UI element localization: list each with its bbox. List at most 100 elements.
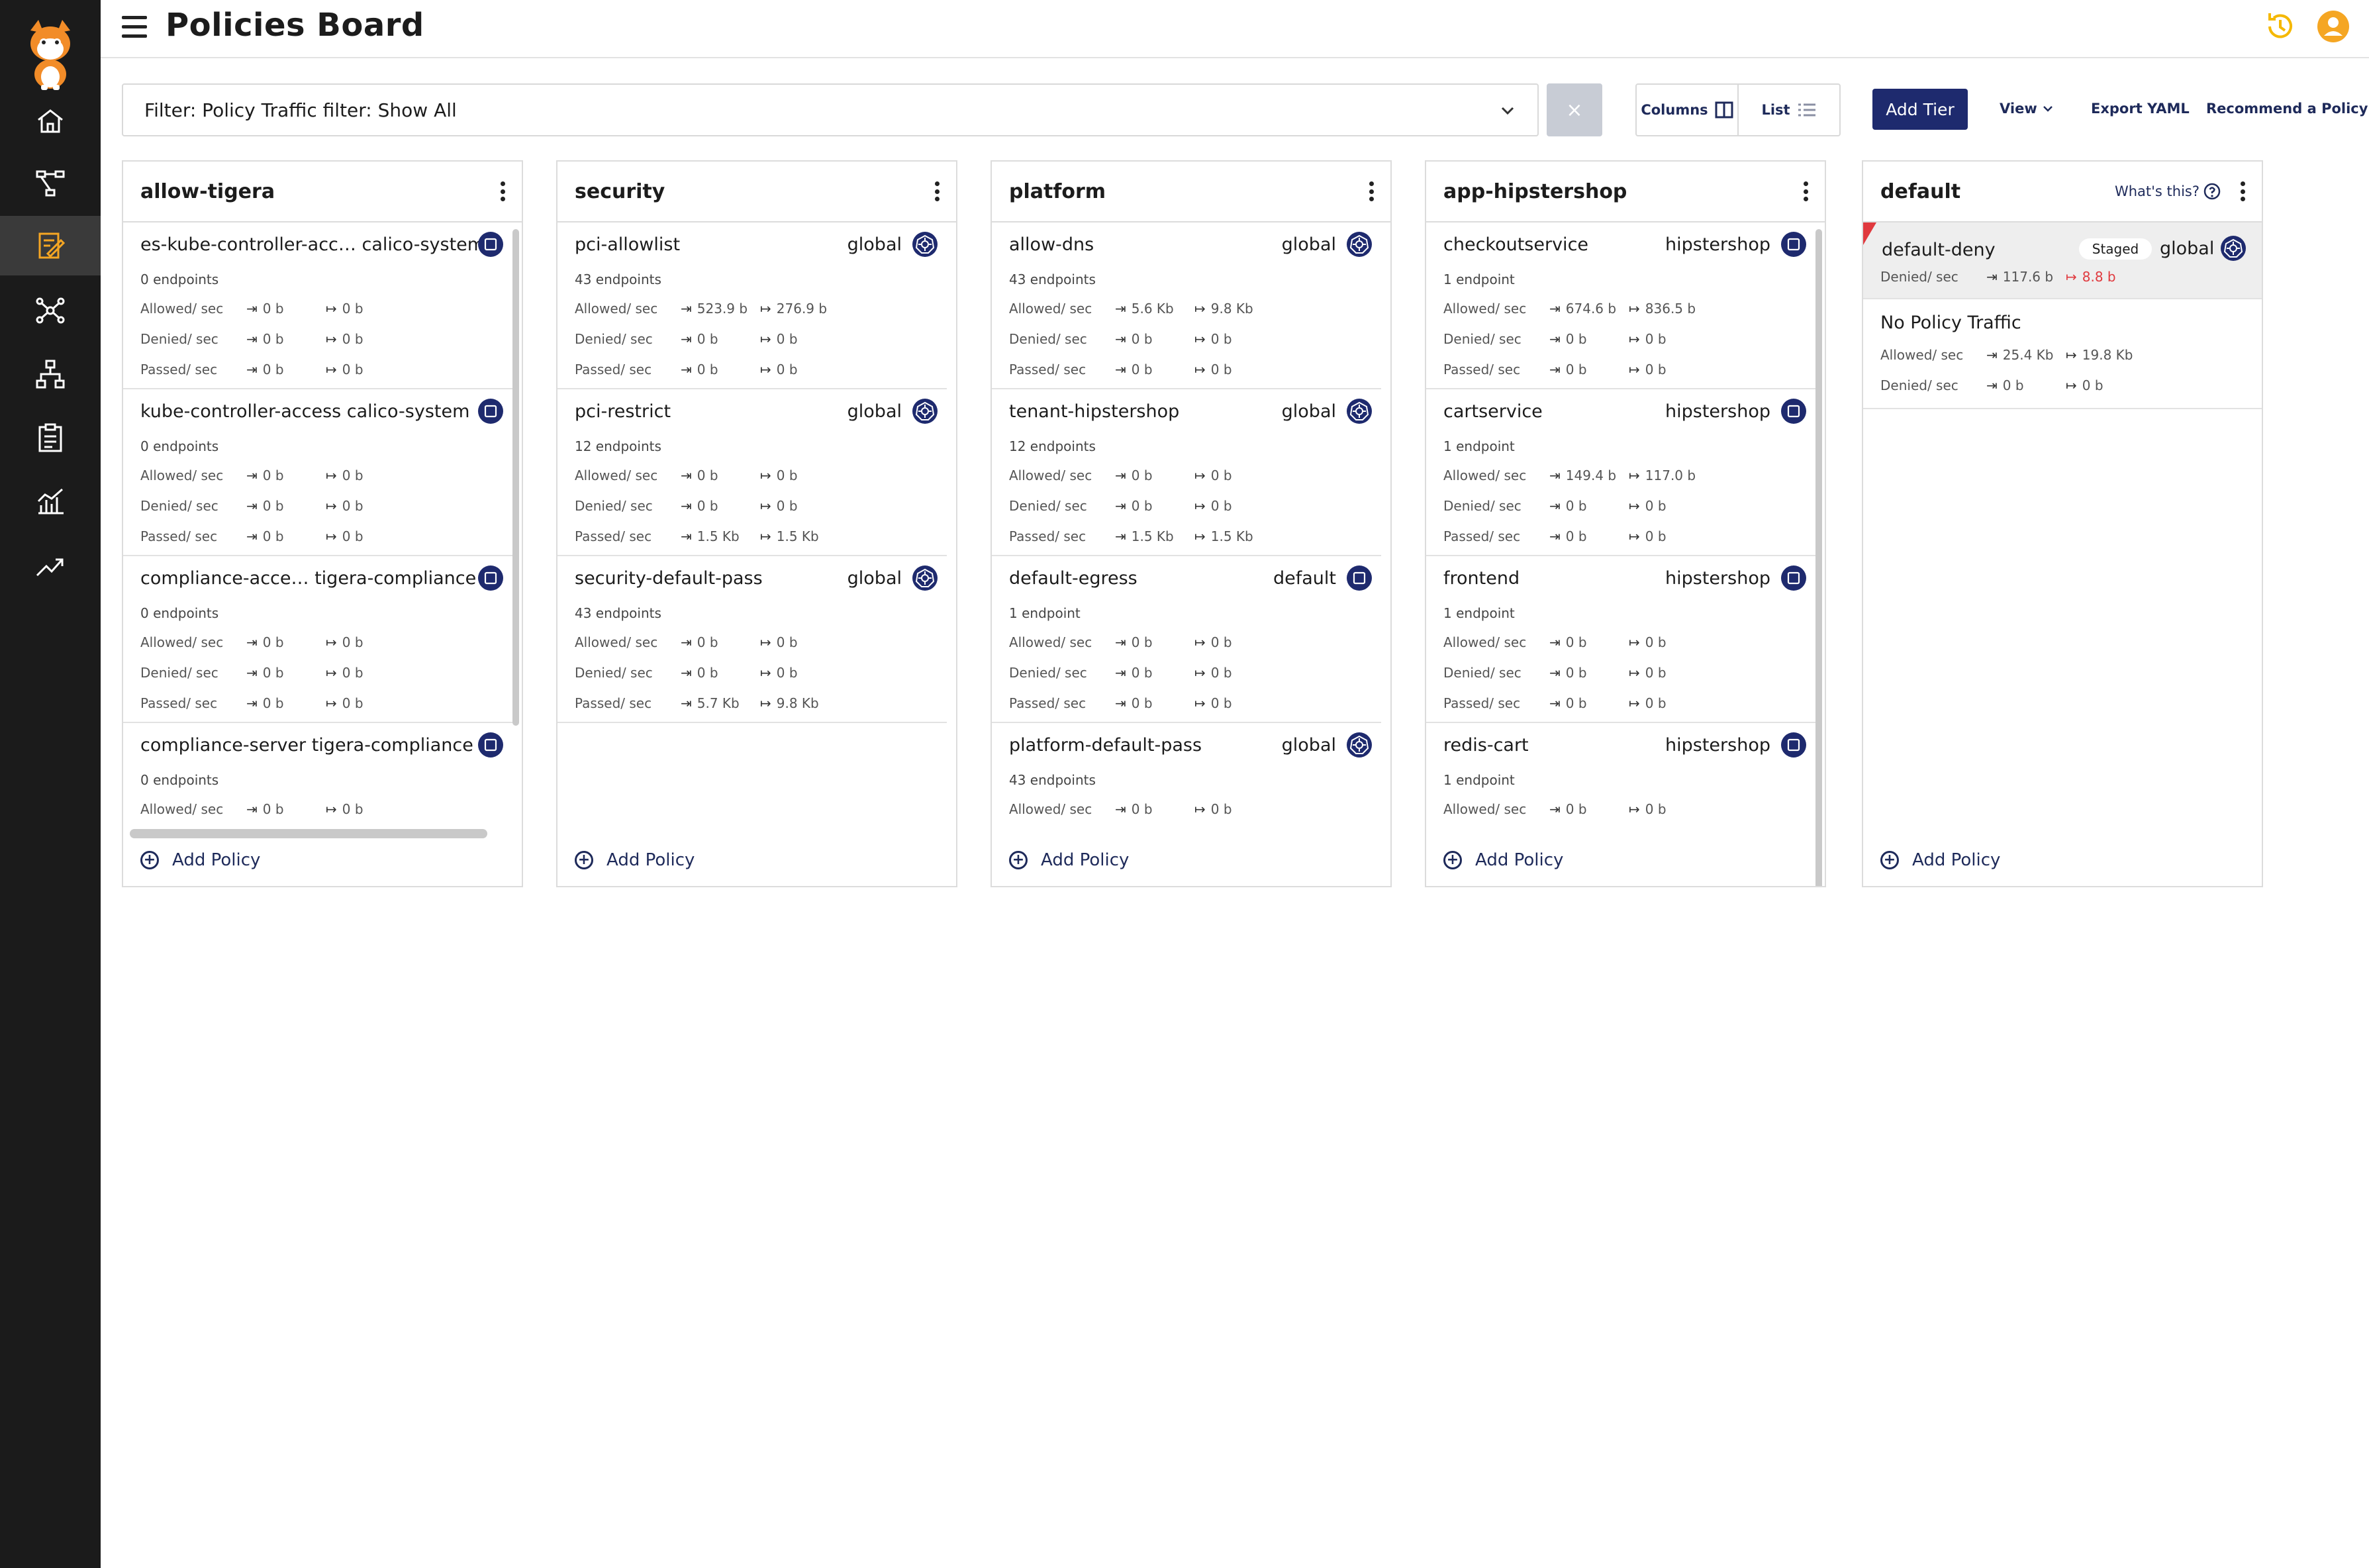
ingress-icon: ⇥ (1549, 528, 1561, 544)
tier-menu-icon[interactable] (501, 181, 506, 201)
policy-namespace: global (1281, 401, 1336, 422)
egress-passed: ↦ 0 b (1629, 528, 1667, 544)
add-tier-button[interactable]: Add Tier (1872, 89, 1968, 130)
ingress-value: 0 b (2002, 377, 2024, 393)
passed-label: Passed/ sec (575, 528, 652, 544)
allowed-stats-row: Allowed/ sec ⇥ 0 b ↦ 0 b (1443, 801, 1814, 821)
egress-denied: ↦ 0 b (326, 498, 363, 514)
policies-icon[interactable] (0, 216, 101, 275)
compliance-icon[interactable] (0, 408, 101, 467)
egress-value: 0 b (342, 467, 363, 483)
denied-label: Denied/ sec (575, 665, 653, 681)
ingress-icon: ⇥ (1115, 665, 1126, 681)
policy-card[interactable]: allow-dns global 43 endpoints Allowed/ sec ⇥… (992, 222, 1381, 389)
policy-card[interactable]: es-kube-controller-acc… calico-system 0 e… (123, 222, 512, 389)
view-menu[interactable]: View (2000, 101, 2054, 117)
ingress-icon: ⇥ (246, 362, 258, 377)
policy-card[interactable]: platform-default-pass global 43 endpoints A… (992, 723, 1381, 822)
tier-security: security pci-allowlist global 43 endpoints A… (556, 160, 957, 887)
policy-card[interactable]: compliance-acce… tigera-compliance 0 endp… (123, 556, 512, 723)
user-avatar-icon[interactable] (2316, 9, 2350, 44)
allowed-label: Allowed/ sec (1009, 634, 1092, 650)
ingress-icon: ⇥ (1986, 347, 1998, 363)
add-policy-button[interactable]: + Add Policy (1880, 850, 2000, 870)
egress-value: 0 b (1210, 467, 1232, 483)
endpoint-count: 43 endpoints (1009, 271, 1096, 287)
policy-filter-select[interactable]: Filter: Policy Traffic filter: Show All (122, 83, 1539, 136)
staged-policy-card[interactable]: default-deny Staged global Denied/ sec ⇥… (1863, 222, 2262, 299)
tier-name: app-hipstershop (1443, 180, 1627, 203)
policy-card[interactable]: security-default-pass global 43 endpoints A… (557, 556, 947, 723)
add-policy-button[interactable]: + Add Policy (1443, 850, 1563, 870)
history-icon[interactable] (2263, 9, 2297, 44)
egress-icon: ↦ (2066, 377, 2077, 393)
tier-menu-icon[interactable] (1369, 181, 1375, 201)
policy-card[interactable]: tenant-hipstershop global 12 endpoints Allo… (992, 389, 1381, 556)
endpoint-count: 1 endpoint (1443, 772, 1515, 788)
top-header: Policies Board (101, 0, 2369, 58)
global-policy-icon (2221, 236, 2246, 261)
export-yaml-link[interactable]: Export YAML (2091, 101, 2190, 117)
policy-card[interactable]: compliance-server tigera-compliance 0 end… (123, 723, 512, 822)
policy-card[interactable]: cartservice hipstershop 1 endpoint Allowed/… (1426, 389, 1815, 556)
ingress-value: 523.9 b (697, 301, 748, 317)
menu-icon[interactable] (122, 16, 147, 38)
policy-name: kube-controller-access calico-system (140, 401, 470, 422)
add-policy-button[interactable]: + Add Policy (575, 850, 695, 870)
egress-allowed: ↦ 0 b (1629, 634, 1667, 650)
denied-label: Denied/ sec (575, 331, 653, 347)
policy-card[interactable]: kube-controller-access calico-system 0 en… (123, 389, 512, 556)
policy-card[interactable]: redis-cart hipstershop 1 endpoint Allowed/ … (1426, 723, 1815, 822)
ingress-value: 117.6 b (2002, 269, 2054, 285)
policy-card[interactable]: checkoutservice hipstershop 1 endpoint Allo… (1426, 222, 1815, 389)
whats-this-link[interactable]: What's this? (2115, 183, 2221, 200)
policy-name: security-default-pass (575, 568, 763, 589)
egress-allowed: ↦ 117.0 b (1629, 467, 1696, 483)
columns-view-button[interactable]: Columns (1637, 85, 1739, 135)
ingress-icon: ⇥ (246, 301, 258, 317)
network-icon[interactable] (0, 281, 101, 340)
egress-value: 1.5 Kb (1210, 528, 1253, 544)
ingress-passed: ⇥ 0 b (246, 695, 284, 711)
service-graph-icon[interactable] (0, 154, 101, 213)
recommend-policy-link[interactable]: Recommend a Policy (2206, 101, 2368, 117)
ingress-denied: ⇥ 0 b (1115, 665, 1153, 681)
egress-icon: ↦ (1629, 665, 1640, 681)
vertical-scrollbar[interactable] (512, 229, 519, 726)
ingress-denied: ⇥ 0 b (681, 498, 718, 514)
passed-label: Passed/ sec (1009, 362, 1087, 377)
dashboards-icon[interactable] (0, 471, 101, 531)
clear-filter-button[interactable]: × (1547, 83, 1602, 136)
passed-stats-row: Passed/ sec ⇥ 0 b ↦ 0 b (1009, 362, 1380, 381)
policy-card[interactable]: pci-allowlist global 43 endpoints Allowed/ … (557, 222, 947, 389)
policy-card[interactable]: default-egress default 1 endpoint Allowed/ … (992, 556, 1381, 723)
ingress-value: 0 b (697, 498, 718, 514)
ingress-denied: ⇥ 0 b (246, 331, 284, 347)
ingress-denied: ⇥ 0 b (1115, 331, 1153, 347)
add-policy-button[interactable]: + Add Policy (1009, 850, 1129, 870)
egress-value: 0 b (1645, 665, 1667, 681)
list-view-button[interactable]: List (1739, 85, 1839, 135)
egress-allowed: ↦ 0 b (326, 467, 363, 483)
add-circle-icon: + (1880, 851, 1899, 869)
policy-card[interactable]: frontend hipstershop 1 endpoint Allowed/ se… (1426, 556, 1815, 723)
policy-card[interactable]: pci-restrict global 12 endpoints Allowed/ s… (557, 389, 947, 556)
tier-menu-icon[interactable] (1804, 181, 1809, 201)
horizontal-scrollbar[interactable] (130, 829, 487, 838)
ingress-allowed: ⇥ 0 b (246, 467, 284, 483)
vertical-scrollbar[interactable] (1815, 229, 1822, 886)
allowed-stats-row: Allowed/ sec ⇥ 0 b ↦ 0 b (575, 634, 945, 654)
passed-stats-row: Passed/ sec ⇥ 1.5 Kb ↦ 1.5 Kb (1009, 528, 1380, 548)
tier-menu-icon[interactable] (2241, 181, 2246, 201)
egress-passed: ↦ 0 b (1194, 362, 1232, 377)
tier-menu-icon[interactable] (935, 181, 940, 201)
tigera-cat-logo[interactable] (24, 19, 77, 91)
ingress-icon: ⇥ (1115, 362, 1126, 377)
endpoints-icon[interactable] (0, 344, 101, 404)
add-policy-button[interactable]: + Add Policy (140, 850, 260, 870)
ingress-passed: ⇥ 1.5 Kb (1115, 528, 1174, 544)
activity-icon[interactable] (0, 536, 101, 596)
egress-value: 0 b (1210, 362, 1232, 377)
egress-denied: ↦ 0 b (1629, 498, 1667, 514)
home-icon[interactable] (0, 91, 101, 151)
